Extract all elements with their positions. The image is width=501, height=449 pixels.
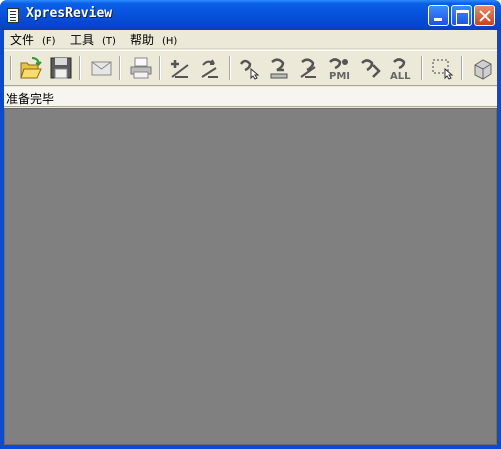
- menu-tools[interactable]: 工具 (T): [70, 32, 116, 48]
- maximize-button[interactable]: [451, 5, 472, 26]
- menu-tools-label: 工具: [70, 33, 95, 47]
- menu-file-label: 文件: [10, 33, 35, 47]
- toolbar-separator: [79, 56, 81, 80]
- menu-tools-accel: (T): [102, 36, 116, 47]
- app-document-icon[interactable]: [7, 8, 19, 23]
- email-envelope-icon[interactable]: [88, 55, 114, 81]
- menu-help-accel: (H): [162, 36, 178, 47]
- close-button[interactable]: [474, 5, 495, 26]
- menu-file[interactable]: 文件 (F): [10, 32, 56, 48]
- application-window: XpresReview 文件 (F) 工具 (T) 帮助 (H) PMI ALL…: [0, 0, 501, 449]
- menu-help-label: 帮助: [130, 33, 155, 47]
- markup-select-icon[interactable]: [236, 55, 262, 81]
- markup-next-icon[interactable]: [357, 55, 383, 81]
- toolbar: PMI ALL: [4, 50, 497, 86]
- status-bar: 准备完毕: [4, 87, 497, 107]
- status-text: 准备完毕: [6, 92, 55, 106]
- toolbar-separator: [119, 56, 121, 80]
- save-disk-icon[interactable]: [48, 55, 74, 81]
- menu-bar: 文件 (F) 工具 (T) 帮助 (H): [4, 30, 497, 49]
- markup-erase-icon[interactable]: [266, 55, 292, 81]
- print-icon[interactable]: [128, 55, 154, 81]
- swap-markup-icon[interactable]: [197, 55, 223, 81]
- all-label: ALL: [390, 71, 411, 81]
- client-area: 文件 (F) 工具 (T) 帮助 (H) PMI ALL 准备完毕: [4, 30, 497, 445]
- 3d-box-icon[interactable]: [469, 55, 495, 81]
- window-title: XpresReview: [26, 6, 113, 21]
- toolbar-separator: [159, 56, 161, 80]
- add-markup-icon[interactable]: [167, 55, 193, 81]
- menu-help[interactable]: 帮助 (H): [130, 32, 177, 48]
- toolbar-separator: [421, 56, 423, 80]
- markup-pmi-icon[interactable]: PMI: [326, 55, 352, 82]
- markup-check-icon[interactable]: [296, 55, 322, 81]
- pmi-label: PMI: [329, 71, 350, 81]
- title-bar[interactable]: XpresReview: [0, 0, 501, 30]
- document-workspace[interactable]: [4, 108, 497, 445]
- minimize-button[interactable]: [428, 5, 449, 26]
- markup-all-icon[interactable]: ALL: [388, 55, 414, 82]
- toolbar-separator: [461, 56, 463, 80]
- menu-file-accel: (F): [42, 36, 56, 47]
- toolbar-grip: [10, 56, 12, 80]
- open-folder-icon[interactable]: [18, 55, 44, 81]
- toolbar-separator: [229, 56, 231, 80]
- selection-box-icon[interactable]: [429, 55, 455, 81]
